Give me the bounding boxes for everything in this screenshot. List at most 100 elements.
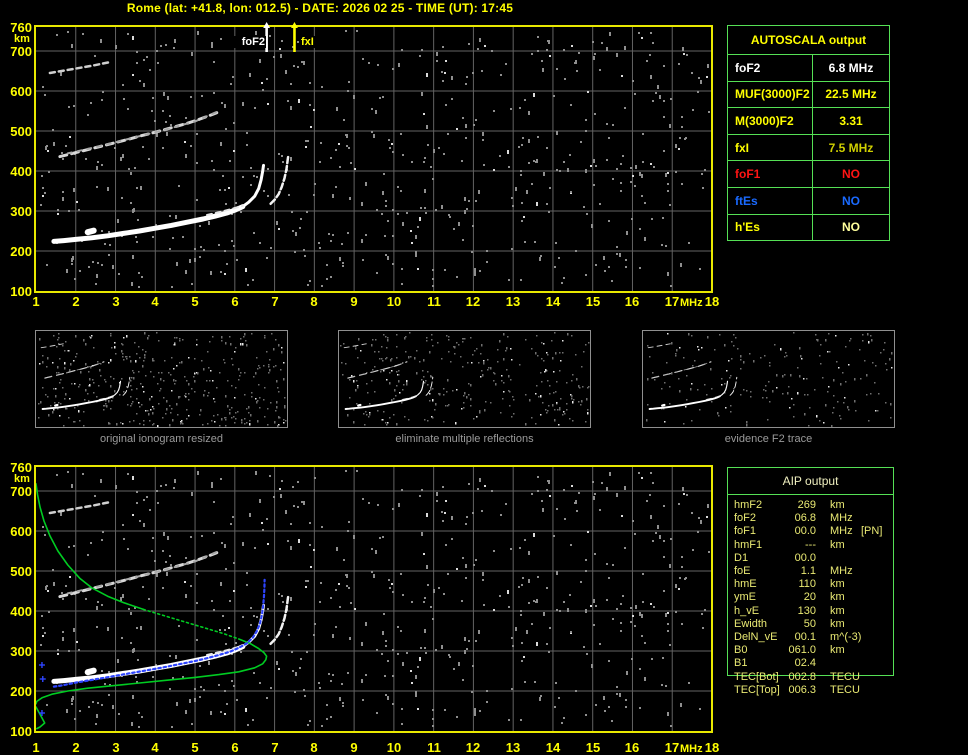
aip-table-row: foE 1.1 MHz	[728, 565, 893, 578]
aip-unit: km	[830, 499, 845, 511]
y-tick-label: 600	[10, 84, 32, 99]
autoscala-table-row: MUF(3000)F2 22.5 MHz	[728, 80, 889, 108]
thumbnail-evidence-f2-trace	[642, 330, 895, 428]
aip-value: 002.8	[788, 670, 816, 683]
x-tick-label: 16	[624, 740, 640, 755]
aip-note: [PN]	[861, 525, 883, 538]
aip-value: 00.1	[794, 631, 816, 643]
parameter-label: MUF(3000)F2	[728, 81, 813, 108]
x-tick-label: 14	[545, 294, 561, 309]
aip-unit: MHz	[830, 525, 853, 538]
autoscala-output-screen: Rome (lat: +41.8, lon: 012.5) - DATE: 20…	[0, 0, 968, 755]
aip-value: 269	[797, 499, 816, 511]
parameter-label: ftEs	[728, 187, 813, 214]
aip-value: 110	[798, 578, 816, 591]
aip-output-table: AIP output hmF2 269 km foF2 06.8 MHz foF1 00.0 M…	[727, 467, 894, 696]
aip-table-row: Ewidth 50 km	[728, 618, 893, 631]
fxi-marker-label: fxI	[300, 36, 328, 48]
x-tick-label: 5	[191, 294, 199, 309]
autoscala-output-table: AUTOSCALA output foF2 6.8 MHz MUF(3000)F2 2…	[727, 25, 890, 242]
y-tick-label: 100	[10, 724, 32, 739]
x-tick-label: 3	[112, 294, 120, 309]
parameter-value: NO	[842, 220, 860, 235]
aip-table-row: TEC[Top] 006.3 TECU	[728, 684, 893, 697]
x-tick-label: 18	[704, 740, 720, 755]
aip-table-row: ymE 20 km	[728, 591, 893, 604]
parameter-value: 22.5 MHz	[825, 87, 877, 102]
x-tick-label: 9	[350, 294, 358, 309]
x-tick-label: 8	[310, 294, 318, 309]
x-tick-label: 4	[151, 294, 159, 309]
aip-table-row: B0 061.0 km	[728, 644, 893, 657]
bottom-ionogram-plot	[34, 465, 713, 733]
autoscala-table-row: ftEs NO	[728, 186, 889, 214]
y-tick-label: 200	[10, 244, 32, 259]
aip-value: ---	[805, 538, 816, 551]
autoscala-table-row: foF1 NO	[728, 160, 889, 187]
aip-table-row: hmF2 269 km	[728, 499, 893, 512]
aip-unit: m^(-3)	[830, 631, 862, 643]
aip-unit: km	[830, 538, 845, 551]
parameter-value: NO	[842, 167, 860, 182]
y-tick-label: 500	[10, 564, 32, 579]
parameter-value: 3.31	[839, 113, 863, 128]
x-tick-label: 13	[505, 294, 521, 309]
aip-label: B1	[734, 657, 748, 670]
x-axis-unit-label: MHz	[680, 743, 703, 755]
x-tick-label: 10	[386, 740, 402, 755]
y-tick-label: 400	[10, 164, 32, 179]
y-tick-label: 700	[10, 484, 32, 499]
aip-value: 06.8	[794, 512, 816, 525]
thumbnail-caption: evidence F2 trace	[724, 433, 813, 445]
aip-value: 00.0	[794, 525, 816, 538]
x-tick-label: 8	[310, 740, 318, 755]
aip-label: D1	[734, 551, 749, 564]
top-ionogram-plot	[34, 22, 713, 293]
aip-unit: km	[830, 604, 845, 617]
x-tick-label: 2	[72, 740, 80, 755]
aip-value: 1.1	[800, 565, 816, 577]
parameter-label: foF2	[728, 55, 813, 81]
aip-table-row: B1 02.4	[728, 657, 893, 670]
x-tick-label: 5	[191, 740, 199, 755]
x-tick-label: 9	[350, 740, 358, 755]
x-tick-label: 4	[151, 740, 159, 755]
y-tick-label: 100	[10, 284, 32, 299]
aip-unit: TECU	[830, 670, 860, 683]
autoscala-table-row: h'Es NO	[728, 213, 889, 241]
aip-unit: km	[830, 578, 845, 591]
autoscala-table-row: M(3000)F2 3.31	[728, 107, 889, 134]
aip-value: 006.3	[788, 683, 816, 696]
parameter-value: 6.8 MHz	[828, 60, 874, 75]
aip-unit: MHz	[830, 512, 853, 525]
parameter-label: foF1	[728, 161, 813, 187]
parameter-label: M(3000)F2	[728, 108, 813, 134]
x-tick-label: 14	[545, 740, 561, 755]
aip-value: 50	[803, 617, 816, 630]
fof2-marker-label: foF2	[234, 36, 266, 48]
thumbnail-original-ionogram	[35, 330, 288, 428]
x-tick-label: 13	[505, 740, 521, 755]
aip-unit: km	[830, 591, 845, 604]
autoscala-table-row: foF2 6.8 MHz	[728, 54, 889, 81]
aip-table-title: AIP output	[728, 468, 893, 495]
aip-unit: km	[830, 617, 845, 630]
x-tick-label: 10	[386, 294, 402, 309]
aip-table-row: h_vE 130 km	[728, 605, 893, 618]
x-tick-label: 12	[465, 740, 481, 755]
thumbnail-caption: original ionogram resized	[100, 433, 223, 445]
aip-label: foE	[734, 565, 751, 577]
y-axis-unit-label: km	[14, 33, 30, 45]
parameter-value: 7.5 MHz	[828, 140, 874, 155]
autoscala-table-title: AUTOSCALA output	[750, 33, 867, 47]
aip-table-row: foF2 06.8 MHz	[728, 512, 893, 525]
aip-unit: km	[830, 644, 845, 657]
y-tick-label: 600	[10, 524, 32, 539]
aip-table-row: hmF1 --- km	[728, 539, 893, 552]
aip-table-row: hmE 110 km	[728, 578, 893, 591]
x-tick-label: 18	[704, 294, 720, 309]
parameter-label: fxI	[728, 134, 813, 161]
x-tick-label: 11	[427, 740, 441, 755]
x-tick-label: 16	[624, 294, 640, 309]
y-tick-label: 200	[10, 684, 32, 699]
